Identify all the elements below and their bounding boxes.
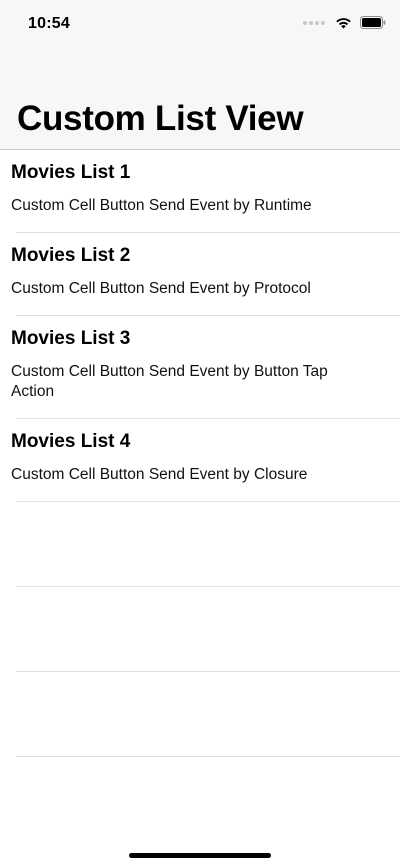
list-item-subtitle: Custom Cell Button Send Event by Button … [11, 363, 328, 400]
empty-row-separator [16, 587, 400, 672]
list-item-title: Movies List 2 [11, 245, 131, 266]
list-item-subtitle: Custom Cell Button Send Event by Protoco… [11, 280, 311, 297]
signal-dots-icon [303, 20, 325, 25]
list-item-title: Movies List 1 [11, 162, 131, 183]
battery-icon [360, 16, 386, 29]
status-time: 10:54 [28, 15, 70, 32]
navigation-bar: Custom List View [0, 48, 400, 150]
page-title: Custom List View [17, 99, 304, 138]
empty-row-separator [16, 672, 400, 757]
list-item-subtitle: Custom Cell Button Send Event by Closure [11, 466, 308, 483]
list-item-title: Movies List 3 [11, 328, 131, 349]
list-item[interactable]: Movies List 3 Custom Cell Button Send Ev… [11, 316, 400, 419]
list-item[interactable]: Movies List 2 Custom Cell Button Send Ev… [11, 233, 400, 316]
home-indicator[interactable] [129, 853, 271, 858]
list-item-subtitle: Custom Cell Button Send Event by Runtime [11, 197, 312, 214]
wifi-icon [336, 18, 351, 29]
status-icons [303, 16, 386, 29]
list-item-title: Movies List 4 [11, 431, 131, 452]
list-item[interactable]: Movies List 4 Custom Cell Button Send Ev… [11, 419, 400, 502]
table-view[interactable]: Movies List 1 Custom Cell Button Send Ev… [0, 150, 400, 757]
status-bar: 10:54 [0, 0, 400, 48]
list-item[interactable]: Movies List 1 Custom Cell Button Send Ev… [11, 150, 400, 233]
empty-row-separator [16, 502, 400, 587]
